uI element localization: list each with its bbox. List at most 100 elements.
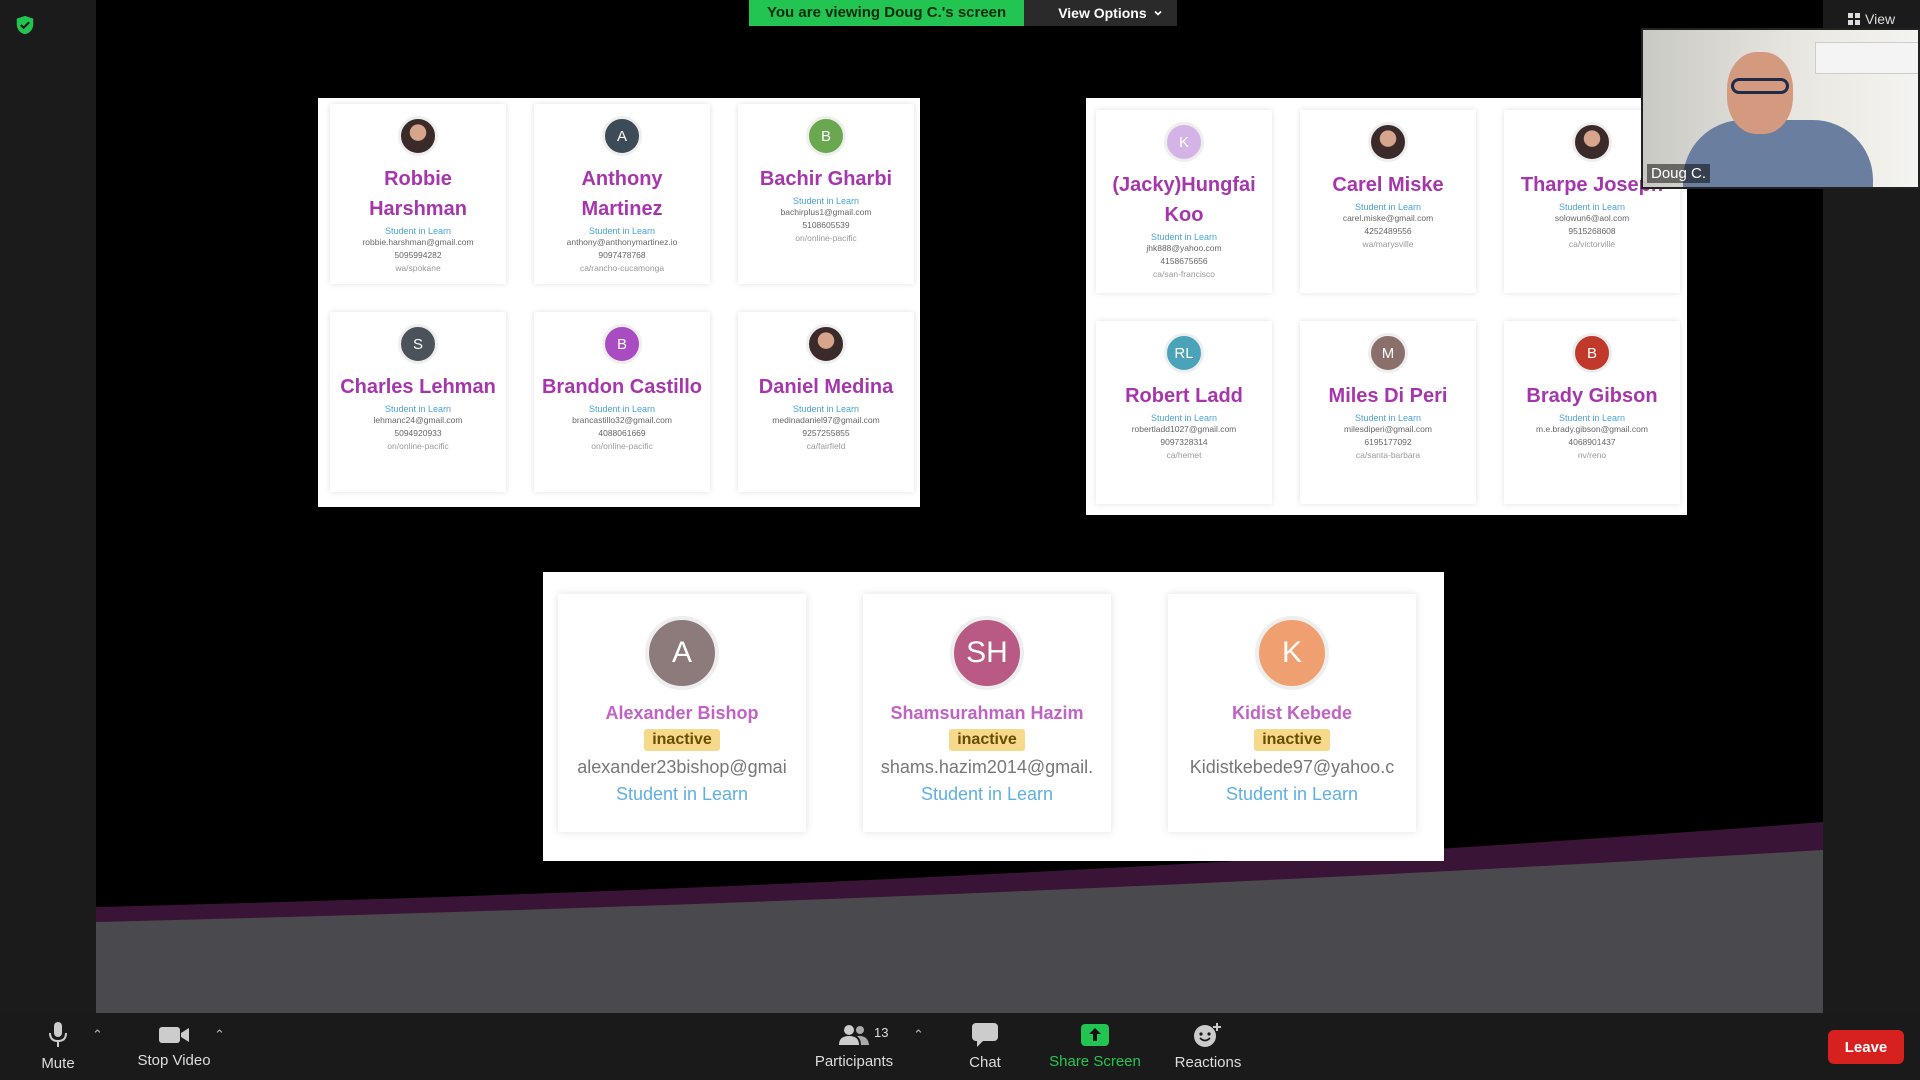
- status-badge: inactive: [1254, 729, 1330, 751]
- student-avatar: K: [1255, 616, 1329, 690]
- student-role: Student in Learn: [1354, 413, 1422, 423]
- student-name[interactable]: Alexander Bishop: [567, 700, 797, 727]
- student-card[interactable]: Carel Miske Student in Learn carel.miske@g…: [1300, 110, 1476, 293]
- student-avatar: K: [1164, 122, 1204, 162]
- student-email: m.e.brady.gibson@gmail.com: [1536, 424, 1648, 434]
- view-options-button[interactable]: View Options: [1024, 0, 1177, 26]
- student-location: on/online-pacific: [591, 441, 653, 451]
- student-role: Student in Learn: [1150, 413, 1218, 423]
- view-layout-button[interactable]: View: [1848, 11, 1895, 27]
- student-phone: 5095994282: [394, 250, 442, 260]
- student-role: Student in Learn: [1225, 784, 1359, 804]
- chat-button[interactable]: Chat: [955, 1013, 1015, 1080]
- student-phone: 6195177092: [1364, 437, 1412, 447]
- student-avatar: [806, 324, 846, 364]
- stop-video-button[interactable]: Stop Video: [130, 1013, 218, 1080]
- student-avatar: [1368, 122, 1408, 162]
- student-name[interactable]: Brady Gibson: [1510, 381, 1675, 411]
- student-phone: 5094920933: [394, 428, 442, 438]
- student-name[interactable]: (Jacky)Hungfai Koo: [1102, 170, 1267, 230]
- student-card[interactable]: M Miles Di Peri Student in Learn milesdiper…: [1300, 321, 1476, 504]
- view-layout-label: View: [1865, 11, 1896, 27]
- student-name[interactable]: Charles Lehman: [336, 372, 501, 402]
- student-phone: 9097478768: [598, 250, 646, 260]
- self-video-tile[interactable]: Doug C.: [1641, 28, 1920, 189]
- student-avatar: [1572, 122, 1612, 162]
- student-phone: 4068901437: [1568, 437, 1616, 447]
- participants-options-caret[interactable]: ⌃: [913, 1027, 924, 1043]
- student-role: Student in Learn: [588, 226, 656, 236]
- student-avatar: S: [398, 324, 438, 364]
- view-options-label: View Options: [1058, 5, 1147, 21]
- student-email: jhk888@yahoo.com: [1146, 243, 1222, 253]
- student-location: wa/spokane: [395, 263, 441, 273]
- student-avatar: A: [602, 116, 642, 156]
- security-shield-icon[interactable]: [14, 14, 36, 36]
- students-panel-1: Robbie Harshman Student in Learn robbie.ha…: [318, 98, 920, 507]
- student-role: Student in Learn: [1558, 202, 1626, 212]
- chat-label: Chat: [969, 1054, 1001, 1071]
- student-location: ca/victorville: [1568, 239, 1616, 249]
- student-phone: 9097328314: [1160, 437, 1208, 447]
- viewing-banner: You are viewing Doug C.'s screen View Op…: [749, 0, 1177, 26]
- student-name[interactable]: Daniel Medina: [744, 372, 909, 402]
- student-name[interactable]: Shamsurahman Hazim: [872, 700, 1102, 727]
- video-camera-icon: [159, 1027, 189, 1043]
- student-email: shams.hazim2014@gmail.: [880, 757, 1094, 777]
- student-name[interactable]: Brandon Castillo: [540, 372, 705, 402]
- shared-screen: Robbie Harshman Student in Learn robbie.ha…: [96, 0, 1823, 1013]
- student-avatar: B: [806, 116, 846, 156]
- participants-button[interactable]: Participants: [808, 1013, 900, 1080]
- student-card[interactable]: B Brandon Castillo Student in Learn brancas…: [534, 312, 710, 492]
- student-avatar: SH: [950, 616, 1024, 690]
- student-location: ca/hemet: [1166, 450, 1202, 460]
- student-location: ca/rancho-cucamonga: [579, 263, 665, 273]
- student-avatar: M: [1368, 333, 1408, 373]
- viewing-banner-text: You are viewing Doug C.'s screen: [749, 0, 1025, 26]
- student-role: Student in Learn: [588, 404, 656, 414]
- student-email: medinadaniel97@gmail.com: [772, 415, 880, 425]
- video-options-caret[interactable]: ⌃: [214, 1027, 225, 1043]
- student-card[interactable]: RL Robert Ladd Student in Learn robertladd1…: [1096, 321, 1272, 504]
- participants-icon: [839, 1025, 869, 1045]
- student-card[interactable]: K (Jacky)Hungfai Koo Student in Learn jhk88…: [1096, 110, 1272, 293]
- student-name[interactable]: Kidist Kebede: [1177, 700, 1407, 727]
- student-card[interactable]: Daniel Medina Student in Learn medinadanie…: [738, 312, 914, 492]
- inactive-student-card[interactable]: A Alexander Bishop inactive alexander23bish…: [558, 594, 806, 832]
- student-role: Student in Learn: [792, 404, 860, 414]
- self-video-name: Doug C.: [1647, 164, 1711, 183]
- student-name[interactable]: Carel Miske: [1306, 170, 1471, 200]
- student-email: milesdiperi@gmail.com: [1344, 424, 1432, 434]
- student-name[interactable]: Bachir Gharbi: [744, 164, 909, 194]
- student-card[interactable]: A Anthony Martinez Student in Learn anthony…: [534, 104, 710, 284]
- student-name[interactable]: Robbie Harshman: [336, 164, 501, 224]
- student-name[interactable]: Anthony Martinez: [540, 164, 705, 224]
- student-card[interactable]: B Bachir Gharbi Student in Learn bachirplus…: [738, 104, 914, 284]
- reactions-button[interactable]: Reactions: [1168, 1013, 1248, 1080]
- student-name[interactable]: Miles Di Peri: [1306, 381, 1471, 411]
- student-role: Student in Learn: [920, 784, 1054, 804]
- inactive-student-card[interactable]: K Kidist Kebede inactive Kidistkebede97@yah…: [1168, 594, 1416, 832]
- chevron-down-icon: [1154, 10, 1162, 16]
- student-email: alexander23bishop@gmai: [577, 757, 787, 777]
- student-role: Student in Learn: [384, 404, 452, 414]
- leave-button[interactable]: Leave: [1828, 1030, 1904, 1064]
- student-card[interactable]: Robbie Harshman Student in Learn robbie.ha…: [330, 104, 506, 284]
- student-email: bachirplus1@gmail.com: [780, 207, 872, 217]
- mute-button[interactable]: Mute: [22, 1013, 94, 1080]
- share-screen-button[interactable]: Share Screen: [1045, 1013, 1145, 1080]
- student-name[interactable]: Robert Ladd: [1102, 381, 1267, 411]
- stop-video-label: Stop Video: [137, 1052, 211, 1069]
- student-location: ca/santa-barbara: [1355, 450, 1421, 460]
- inactive-student-card[interactable]: SH Shamsurahman Hazim inactive shams.hazim2…: [863, 594, 1111, 832]
- grid-icon: [1848, 13, 1860, 25]
- student-role: Student in Learn: [384, 226, 452, 236]
- video-person-glasses: [1731, 78, 1789, 94]
- mute-label: Mute: [41, 1055, 75, 1072]
- student-card[interactable]: S Charles Lehman Student in Learn lehmanc24…: [330, 312, 506, 492]
- student-email: robertladd1027@gmail.com: [1131, 424, 1237, 434]
- audio-options-caret[interactable]: ⌃: [92, 1027, 103, 1043]
- student-location: nv/reno: [1577, 450, 1607, 460]
- microphone-icon: [49, 1022, 67, 1047]
- student-card[interactable]: B Brady Gibson Student in Learn m.e.brady.g…: [1504, 321, 1680, 504]
